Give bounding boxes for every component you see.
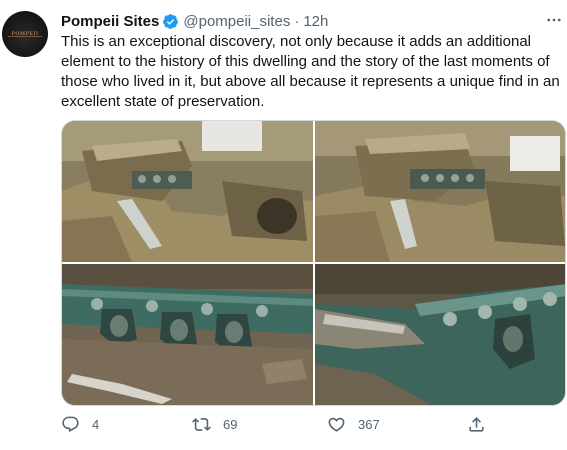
tweet-text: This is an exceptional discovery, not on… [61,33,560,110]
chariot-photo-icon [315,264,565,405]
heart-icon [328,417,345,432]
ellipsis-icon [547,18,561,22]
share-icon [469,417,484,432]
tweet-header: Pompeii Sites @pompeii_sites · 12h [61,11,328,31]
more-options-icon[interactable] [544,10,564,30]
tweet[interactable]: POMPEII Pompeii Sites @pompeii_sites · 1… [0,0,567,450]
avatar-logo-line [8,36,42,37]
media-photo-3[interactable] [62,264,313,405]
tweet-actions: 4 69 367 [61,415,491,439]
media-photo-1[interactable] [62,121,313,262]
retweet-count: 69 [223,417,238,432]
media-grid [61,120,566,406]
reply-button[interactable]: 4 [61,415,99,434]
like-button[interactable]: 367 [327,415,380,434]
chariot-photo-icon [62,264,313,405]
media-photo-4[interactable] [315,264,565,405]
separator-dot: · [294,12,300,30]
like-count: 367 [358,417,380,432]
media-photo-2[interactable] [315,121,565,262]
retweet-button[interactable]: 69 [192,415,237,434]
tweet-timestamp[interactable]: 12h [303,13,328,30]
author-name[interactable]: Pompeii Sites [61,13,159,30]
reply-count: 4 [92,417,100,432]
reply-icon [62,416,79,433]
share-button[interactable] [467,415,486,434]
chariot-photo-icon [62,121,313,262]
retweet-icon [192,418,211,431]
chariot-photo-icon [315,121,565,262]
verified-badge-icon [163,13,179,29]
avatar[interactable]: POMPEII [2,11,48,57]
author-handle[interactable]: @pompeii_sites [183,13,290,30]
